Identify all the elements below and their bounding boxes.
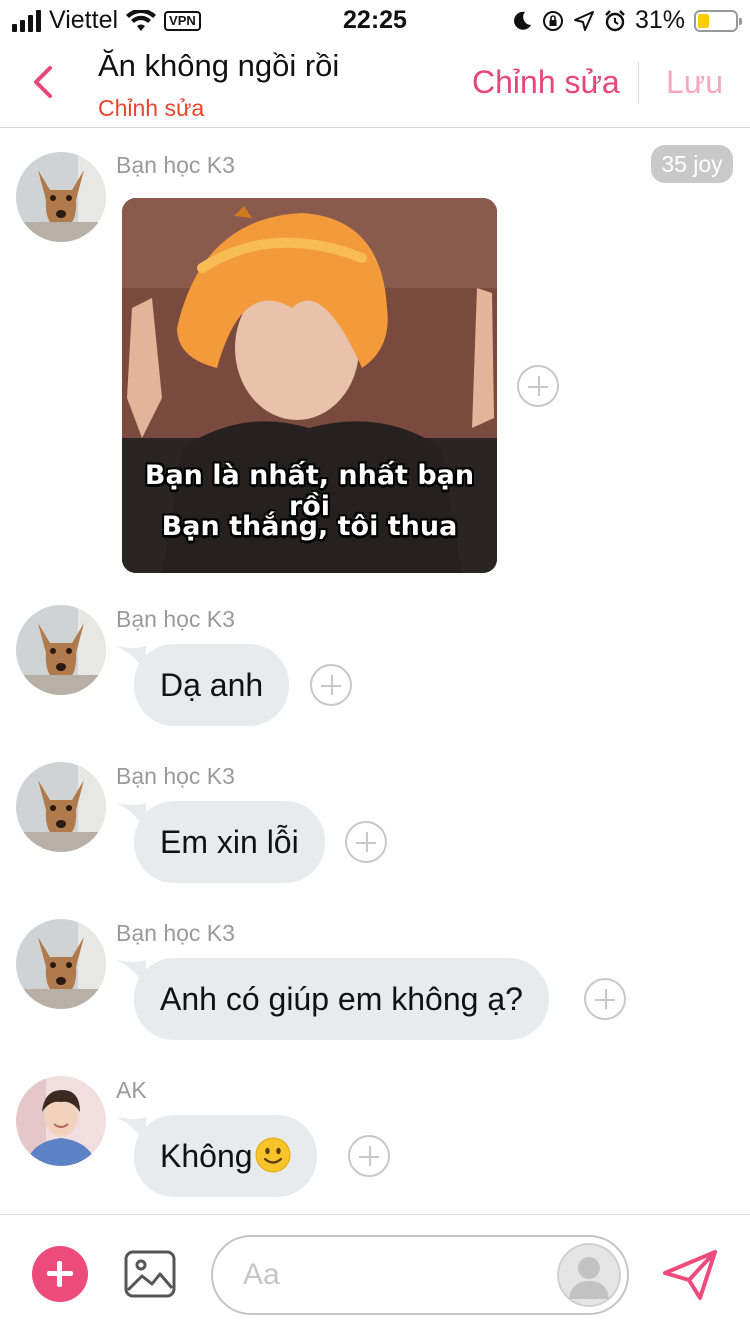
- joy-badge: 35 joy: [651, 145, 733, 183]
- gallery-image-icon[interactable]: [124, 1250, 176, 1298]
- header-divider: [638, 62, 639, 104]
- react-add-button[interactable]: [345, 821, 387, 863]
- send-icon[interactable]: [662, 1249, 718, 1301]
- sender-name: Bạn học K3: [116, 152, 235, 178]
- avatar-ak[interactable]: [16, 1076, 106, 1166]
- react-add-button[interactable]: [348, 1135, 390, 1177]
- user-avatar-placeholder[interactable]: [557, 1243, 621, 1307]
- battery-icon: [694, 9, 742, 32]
- message-input-placeholder: Aa: [243, 1258, 280, 1291]
- chat-subtitle[interactable]: Chỉnh sửa: [98, 95, 204, 122]
- message-bubble[interactable]: Em xin lỗi: [134, 801, 325, 883]
- status-right: 31%: [511, 6, 742, 35]
- edit-button[interactable]: Chỉnh sửa: [472, 64, 620, 101]
- dog-avatar-image: [16, 605, 106, 695]
- sticker-caption-line2: Bạn thắng, tôi thua: [161, 511, 458, 542]
- battery-percent: 31%: [634, 6, 685, 34]
- react-add-button[interactable]: [584, 978, 626, 1020]
- message-bubble[interactable]: Không: [134, 1115, 317, 1197]
- avatar-dog[interactable]: [16, 605, 106, 695]
- moon-icon: [514, 11, 531, 30]
- dog-avatar-image: [16, 919, 106, 1009]
- react-add-button[interactable]: [517, 365, 559, 407]
- sticker-image[interactable]: Bạn là nhất, nhất bạn rồi Bạn thắng, tôi…: [122, 198, 497, 573]
- avatar-dog[interactable]: [16, 919, 106, 1009]
- chat-title: Ăn không ngồi rồi: [98, 48, 340, 83]
- rotation-lock-icon: [542, 10, 563, 31]
- sender-name: Bạn học K3: [116, 763, 235, 789]
- sender-name: AK: [116, 1077, 147, 1103]
- avatar-dog[interactable]: [16, 762, 106, 852]
- sender-name: Bạn học K3: [116, 606, 235, 632]
- react-add-button[interactable]: [310, 664, 352, 706]
- composer-bar: Aa: [0, 1214, 750, 1334]
- back-chevron-icon[interactable]: [28, 62, 60, 102]
- sender-name: Bạn học K3: [116, 920, 235, 946]
- message-bubble[interactable]: Dạ anh: [134, 644, 290, 726]
- chat-header: Ăn không ngồi rồi Chỉnh sửa Chỉnh sửa Lư…: [0, 40, 750, 128]
- message-bubble[interactable]: Anh có giúp em không ạ?: [134, 958, 549, 1040]
- dog-avatar-image: [16, 762, 106, 852]
- message-text: Không: [160, 1138, 253, 1174]
- ak-avatar-image: [16, 1076, 106, 1166]
- avatar-dog[interactable]: [16, 152, 106, 242]
- person-silhouette-icon: [557, 1243, 621, 1307]
- save-button[interactable]: Lưu: [666, 64, 723, 101]
- message-input[interactable]: Aa: [211, 1235, 629, 1315]
- location-icon: [573, 10, 594, 31]
- alarm-icon: [605, 9, 625, 31]
- add-attachment-button[interactable]: [32, 1246, 88, 1302]
- status-bar: Viettel VPN 22:25 31%: [0, 0, 750, 40]
- smiley-icon: [255, 1137, 291, 1173]
- dog-avatar-image: [16, 152, 106, 242]
